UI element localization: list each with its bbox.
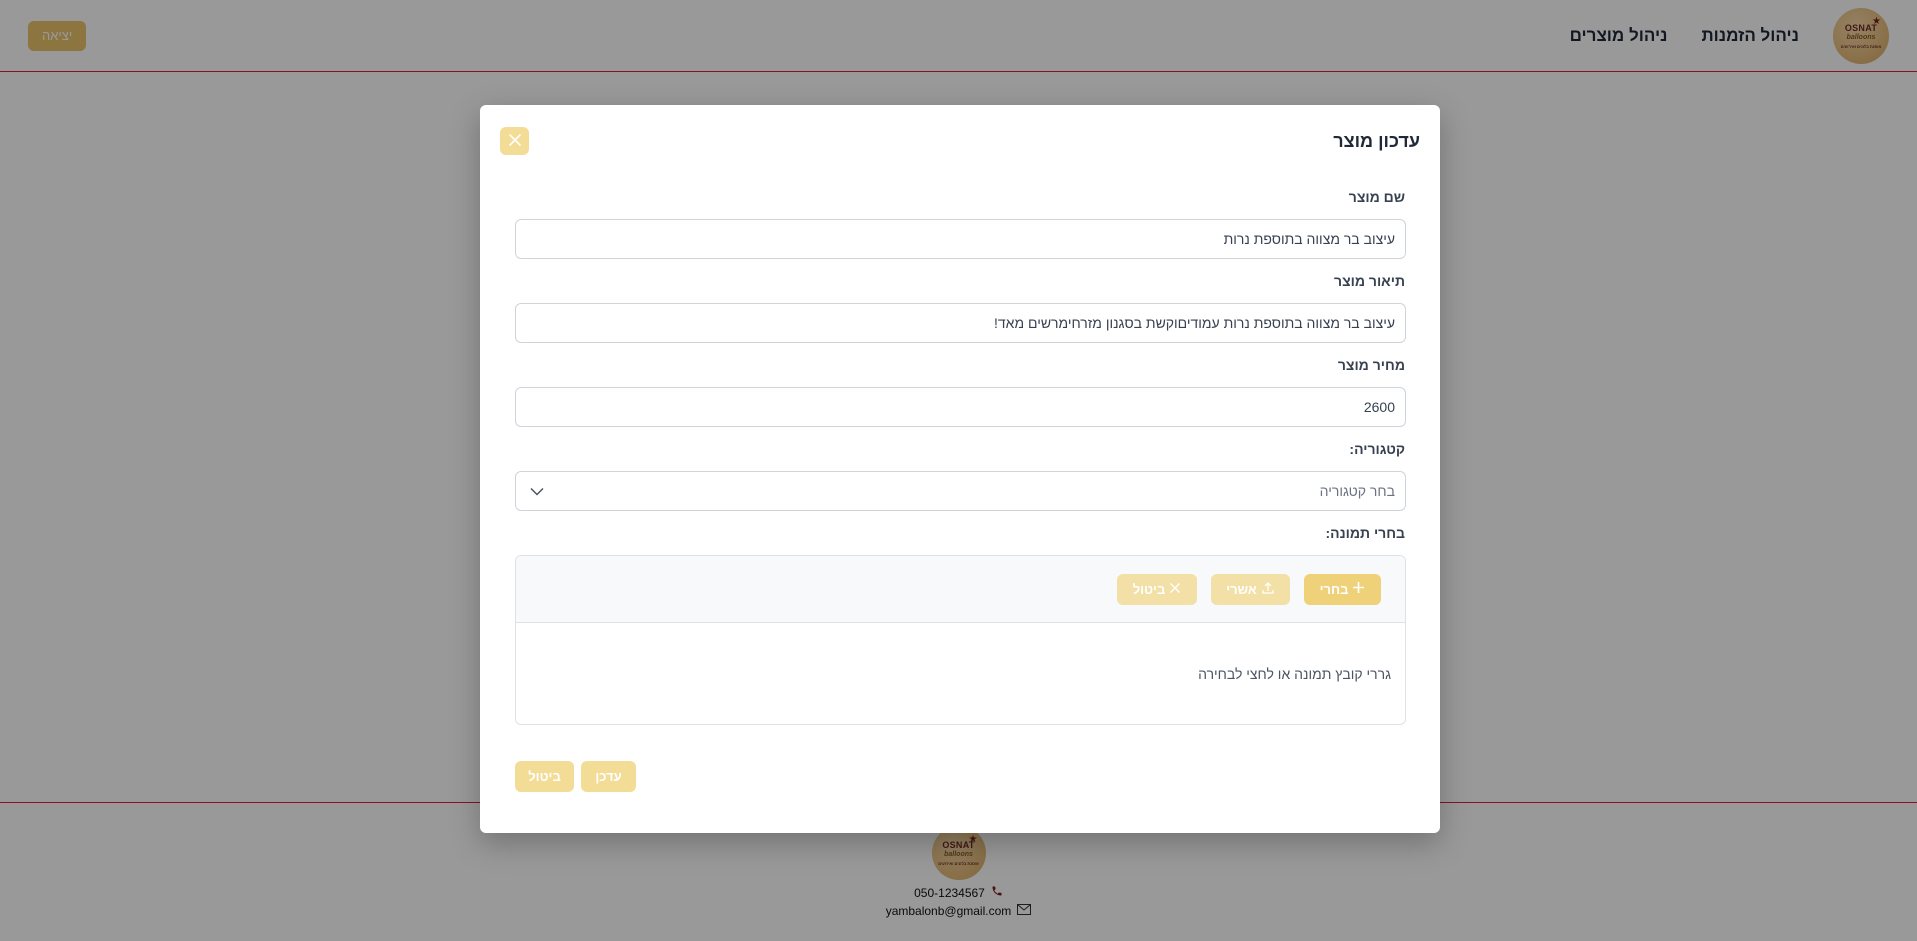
image-upload: בחרי אשרי ביטול גררי קובץ תמונה או לחצי … bbox=[515, 555, 1406, 725]
close-icon bbox=[1169, 582, 1181, 597]
upload-dropzone[interactable]: גררי קובץ תמונה או לחצי לבחירה bbox=[516, 623, 1405, 724]
category-dropdown[interactable]: בחר קטגוריה bbox=[515, 471, 1406, 511]
dropzone-text: גררי קובץ תמונה או לחצי לבחירה bbox=[1198, 666, 1391, 682]
update-button[interactable]: עדכן bbox=[581, 761, 636, 792]
upload-file-label: אשרי bbox=[1226, 581, 1257, 597]
upload-file-button[interactable]: אשרי bbox=[1211, 573, 1290, 605]
image-label: בחרי תמונה: bbox=[1325, 525, 1405, 541]
upload-icon bbox=[1261, 581, 1275, 598]
product-price-input[interactable] bbox=[515, 387, 1406, 427]
category-label: קטגוריה: bbox=[1349, 441, 1405, 457]
chevron-down-icon bbox=[530, 487, 544, 496]
cancel-upload-label: ביטול bbox=[1132, 581, 1166, 597]
cancel-upload-button[interactable]: ביטול bbox=[1117, 573, 1197, 605]
choose-file-button[interactable]: בחרי bbox=[1304, 573, 1381, 605]
upload-toolbar: בחרי אשרי ביטול bbox=[516, 556, 1405, 623]
plus-icon bbox=[1352, 581, 1365, 597]
product-name-input[interactable] bbox=[515, 219, 1406, 259]
category-selected-value: בחר קטגוריה bbox=[1319, 483, 1395, 499]
update-product-dialog: עדכון מוצר שם מוצר תיאור מוצר מחיר מוצר … bbox=[480, 105, 1440, 833]
cancel-button[interactable]: ביטול bbox=[515, 761, 574, 792]
dialog-title: עדכון מוצר bbox=[1333, 131, 1420, 151]
close-icon bbox=[508, 133, 522, 150]
product-description-label: תיאור מוצר bbox=[1334, 273, 1405, 289]
product-description-input[interactable] bbox=[515, 303, 1406, 343]
choose-file-label: בחרי bbox=[1319, 581, 1349, 597]
close-button[interactable] bbox=[500, 127, 529, 155]
product-price-label: מחיר מוצר bbox=[1337, 357, 1405, 373]
product-name-label: שם מוצר bbox=[1348, 189, 1405, 205]
